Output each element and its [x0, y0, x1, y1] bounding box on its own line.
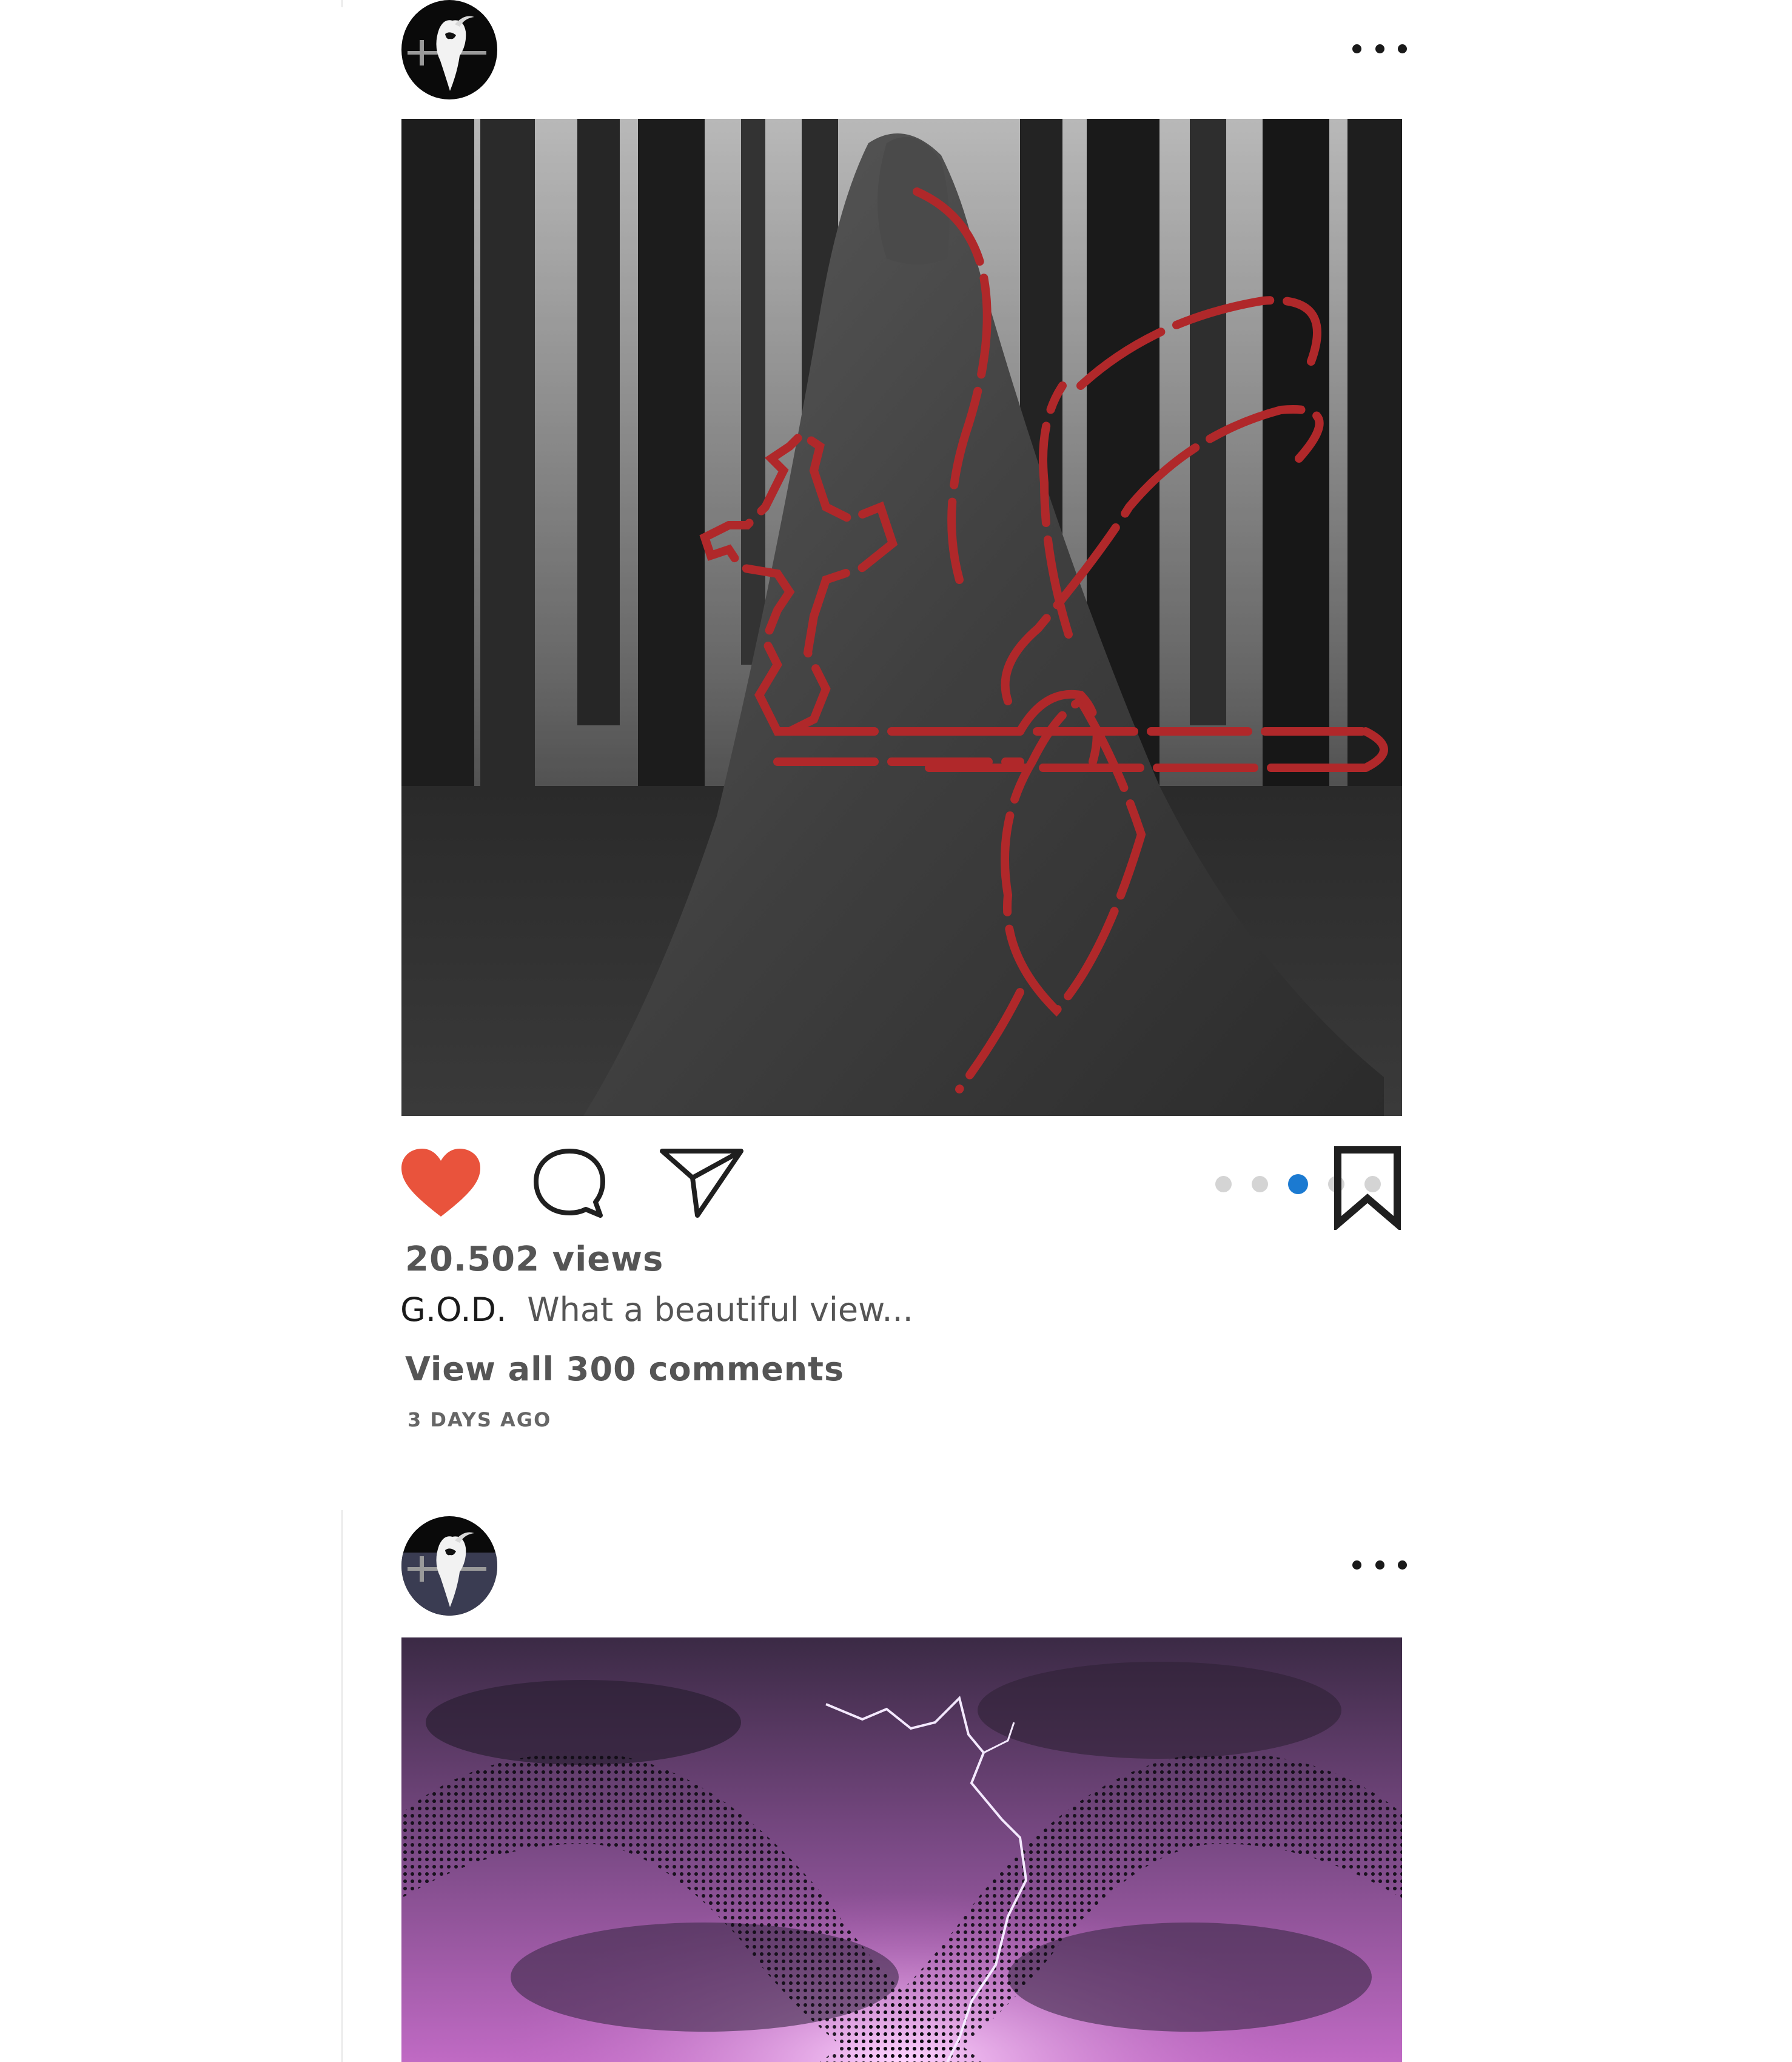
feed-post: 20.502 views G.O.D. What a beautiful view… — [0, 0, 1792, 1456]
post-timestamp: 3 DAYS AGO — [408, 1408, 552, 1431]
carousel-dot[interactable] — [1252, 1176, 1268, 1192]
more-options-icon — [1375, 1560, 1384, 1570]
inverted-cross-goat-logo-icon — [401, 1516, 497, 1616]
inverted-cross-goat-logo-icon — [401, 0, 497, 99]
post-action-bar — [401, 1140, 1402, 1231]
caption-text: What a beautiful view... — [527, 1291, 913, 1329]
view-count: 20.502 views — [405, 1240, 664, 1279]
speech-bubble-icon[interactable] — [531, 1146, 608, 1219]
like-heart-shape — [401, 1149, 480, 1217]
avatar[interactable] — [401, 1516, 497, 1616]
bookmark-icon[interactable] — [1333, 1145, 1402, 1230]
feed-post — [0, 1516, 1792, 2062]
paper-plane-icon[interactable] — [659, 1147, 745, 1219]
hooded-figure-forest-image — [401, 119, 1402, 1116]
post-image[interactable] — [401, 1637, 1402, 2062]
caption-username[interactable]: G.O.D. — [400, 1291, 506, 1329]
more-options-icon — [1352, 1560, 1361, 1570]
avatar[interactable] — [401, 0, 497, 99]
more-options-icon — [1375, 44, 1384, 53]
view-comments-link[interactable]: View all 300 comments — [405, 1350, 844, 1388]
more-options-icon — [1398, 44, 1407, 53]
post-image[interactable] — [401, 119, 1402, 1116]
carousel-dot-active[interactable] — [1288, 1174, 1308, 1194]
more-options-icon — [1398, 1560, 1407, 1570]
post-caption: G.O.D. What a beautiful view... — [400, 1291, 913, 1329]
carousel-dot[interactable] — [1215, 1176, 1232, 1192]
heart-filled-icon[interactable] — [401, 1149, 480, 1220]
more-options-icon — [1352, 44, 1361, 53]
more-options-button[interactable] — [1352, 1553, 1407, 1577]
more-options-button[interactable] — [1352, 36, 1407, 61]
infinity-lightning-image — [401, 1637, 1402, 2062]
